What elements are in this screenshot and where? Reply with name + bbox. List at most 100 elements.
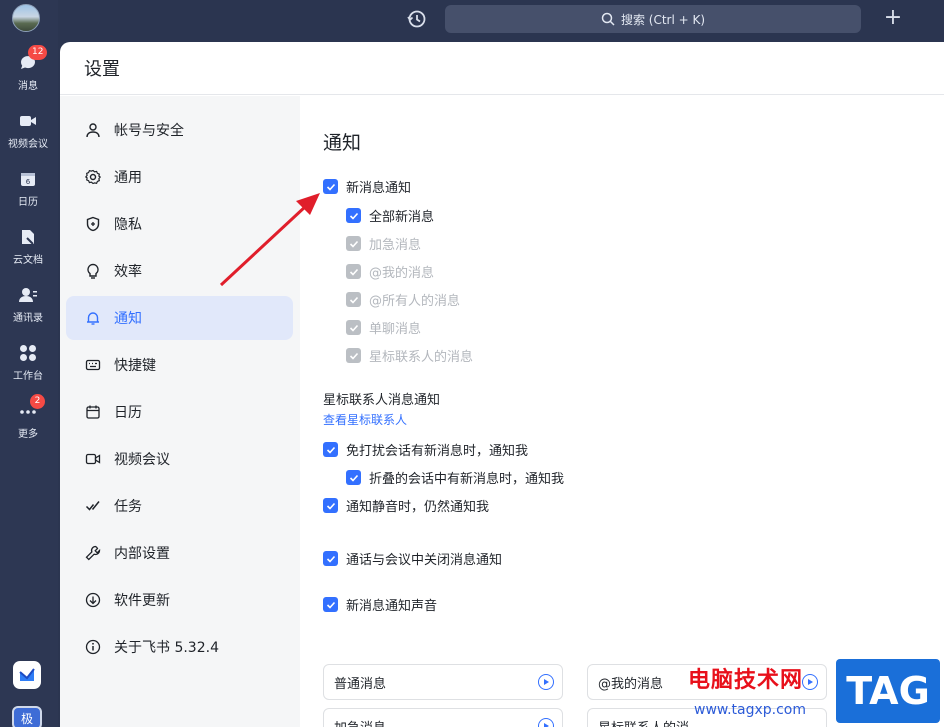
page-title: 设置	[84, 59, 120, 80]
nav-item-calendar[interactable]: 日历	[66, 390, 293, 434]
rail-item-video[interactable]: 视频会议	[0, 106, 56, 154]
sound-label: 星标联系人的消	[598, 717, 689, 727]
play-icon[interactable]	[538, 718, 554, 727]
svg-text:6: 6	[26, 178, 31, 186]
info-icon	[84, 638, 102, 656]
rail-item-more[interactable]: 更多 2	[0, 394, 56, 444]
folded-checkbox-row[interactable]: 折叠的会话中有新消息时，通知我	[346, 468, 564, 487]
nav-item-about[interactable]: 关于飞书 5.32.4	[66, 625, 293, 669]
checkbox-label: 免打扰会话有新消息时，通知我	[346, 444, 529, 459]
watermark-logo: TAG	[836, 659, 940, 723]
rail-label: 通讯录	[13, 313, 43, 324]
nav-item-tasks[interactable]: 任务	[66, 484, 293, 528]
sound-label: 普通消息	[334, 676, 387, 692]
sound-select-urgent[interactable]: 加急消息	[323, 708, 563, 727]
nav-label: 效率	[114, 264, 142, 280]
nav-item-internal[interactable]: 内部设置	[66, 531, 293, 575]
checkbox-checked[interactable]	[323, 597, 338, 612]
nav-item-privacy[interactable]: 隐私	[66, 202, 293, 246]
checkbox-checked[interactable]	[323, 179, 338, 194]
view-starred-link[interactable]: 查看星标联系人	[323, 411, 407, 428]
rail-item-messages[interactable]: 消息 12	[0, 45, 56, 96]
nav-label: 软件更新	[114, 593, 170, 609]
urgent-msg-checkbox-row: 加急消息	[346, 234, 421, 253]
checkbox-label: 折叠的会话中有新消息时，通知我	[369, 472, 565, 487]
checkbox-label: 加急消息	[369, 238, 422, 253]
play-icon[interactable]	[802, 674, 818, 690]
rail-label: 工作台	[13, 371, 43, 382]
avatar[interactable]	[12, 4, 40, 32]
contacts-icon	[17, 284, 39, 306]
left-rail: 消息 12 视频会议 6 日历 云文档 通讯录 工作台 更多 2 极	[0, 0, 58, 727]
checkbox-disabled	[346, 348, 361, 363]
plus-icon[interactable]: +	[882, 7, 904, 30]
checkbox-checked[interactable]	[323, 498, 338, 513]
nav-item-update[interactable]: 软件更新	[66, 578, 293, 622]
play-icon[interactable]	[538, 674, 554, 690]
checkbox-label: 单聊消息	[369, 322, 422, 337]
search-icon	[601, 12, 615, 26]
feishu-app-icon[interactable]	[13, 661, 41, 689]
docs-icon	[17, 226, 39, 248]
task-icon	[84, 497, 102, 515]
wrench-icon	[84, 544, 102, 562]
all-new-msg-checkbox-row[interactable]: 全部新消息	[346, 206, 434, 225]
user-icon	[84, 121, 102, 139]
mute-checkbox-row[interactable]: 通知静音时，仍然通知我	[323, 496, 489, 515]
watermark-text: 电脑技术网	[688, 668, 804, 693]
nav-label: 内部设置	[114, 546, 170, 562]
checkbox-label: 星标联系人的消息	[369, 350, 474, 365]
new-msg-checkbox-row[interactable]: 新消息通知	[323, 177, 411, 196]
sound-checkbox-row[interactable]: 新消息通知声音	[323, 595, 437, 614]
search-placeholder: 搜索 (Ctrl + K)	[620, 12, 706, 27]
update-icon	[84, 591, 102, 609]
nav-item-shortcuts[interactable]: 快捷键	[66, 343, 293, 387]
nav-item-account[interactable]: 帐号与安全	[66, 108, 293, 152]
video-icon	[84, 450, 102, 468]
checkbox-checked[interactable]	[346, 470, 361, 485]
checkbox-checked[interactable]	[323, 551, 338, 566]
search-bar[interactable]: 搜索 (Ctrl + K)	[445, 5, 861, 33]
calendar-icon	[84, 403, 102, 421]
mention-me-checkbox-row: @我的消息	[346, 262, 434, 281]
unread-badge: 2	[30, 394, 45, 409]
checkbox-disabled	[346, 264, 361, 279]
nav-label: 快捷键	[114, 358, 156, 374]
unread-badge: 12	[28, 45, 48, 60]
user-switch-button[interactable]: 极	[12, 706, 42, 727]
gear-icon	[84, 168, 102, 186]
checkbox-checked[interactable]	[323, 442, 338, 457]
keyboard-icon	[84, 356, 102, 374]
nav-label: 通用	[114, 170, 142, 186]
starred-section-title: 星标联系人消息通知	[323, 393, 441, 408]
rail-item-calendar[interactable]: 6 日历	[0, 164, 56, 212]
rail-label: 消息	[18, 81, 38, 92]
rail-item-workspace[interactable]: 工作台	[0, 338, 56, 386]
checkbox-disabled	[346, 236, 361, 251]
checkbox-label: 新消息通知	[346, 181, 412, 196]
nav-item-efficiency[interactable]: 效率	[66, 249, 293, 293]
checkbox-label: 新消息通知声音	[346, 599, 438, 614]
checkbox-checked[interactable]	[346, 208, 361, 223]
nav-item-general[interactable]: 通用	[66, 155, 293, 199]
checkbox-label: 通知静音时，仍然通知我	[346, 500, 490, 515]
nav-label: 视频会议	[114, 452, 170, 468]
call-checkbox-row[interactable]: 通话与会议中关闭消息通知	[323, 549, 502, 568]
history-icon[interactable]	[406, 8, 428, 30]
sound-select-normal[interactable]: 普通消息	[323, 664, 563, 700]
settings-header: 设置	[60, 42, 944, 95]
shield-icon	[84, 215, 102, 233]
checkbox-disabled	[346, 292, 361, 307]
starred-contact-checkbox-row: 星标联系人的消息	[346, 346, 473, 365]
nav-label: 关于飞书 5.32.4	[114, 640, 219, 656]
settings-window: 设置 帐号与安全 通用 隐私 效率 通知 快捷键 日历 视频会议 任务 内部设置…	[60, 42, 944, 727]
bell-icon	[84, 309, 102, 327]
nav-label: 帐号与安全	[114, 123, 184, 139]
nav-item-video-meeting[interactable]: 视频会议	[66, 437, 293, 481]
rail-item-docs[interactable]: 云文档	[0, 222, 56, 270]
rail-item-contacts[interactable]: 通讯录	[0, 280, 56, 328]
nav-label: 通知	[114, 311, 142, 327]
notification-settings: 通知 新消息通知 全部新消息 加急消息 @我的消息 @所有人的消息 单聊消息 星…	[300, 96, 944, 727]
dnd-checkbox-row[interactable]: 免打扰会话有新消息时，通知我	[323, 440, 528, 459]
nav-item-notification[interactable]: 通知	[66, 296, 293, 340]
